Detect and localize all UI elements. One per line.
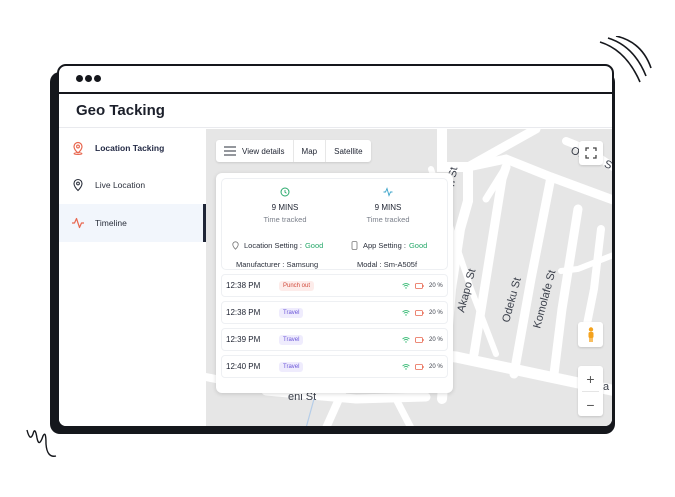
wifi-icon — [402, 282, 410, 289]
map-type-button[interactable]: Map — [292, 140, 326, 162]
window-titlebar — [59, 66, 612, 94]
map-type-label: Map — [301, 146, 318, 156]
model-info: Modal : Sm-A505f — [357, 260, 417, 269]
manufacturer-label: Manufacturer : — [236, 260, 285, 269]
battery-icon — [415, 336, 424, 343]
timeline-time: 12:39 PM — [226, 335, 261, 344]
map-view[interactable]: Akapo St Odeku St Komolafe St Onadu S en… — [206, 129, 612, 426]
window-dot-icon — [94, 75, 101, 82]
activity-icon — [72, 217, 84, 229]
stat-time-tracked: 9 MINS Time tracked — [338, 187, 438, 224]
street-view-button[interactable] — [578, 322, 603, 347]
timeline-row[interactable]: 12:38 PM Punch out 20 % — [221, 274, 448, 297]
zoom-in-button[interactable]: + — [578, 366, 603, 391]
location-setting: Location Setting : Good — [231, 241, 323, 250]
sidebar-item-label: Live Location — [95, 180, 146, 190]
location-pin-icon — [73, 141, 83, 155]
activity-icon — [383, 187, 393, 197]
stat-value: 9 MINS — [271, 203, 299, 212]
timeline-time: 12:38 PM — [226, 281, 261, 290]
device-status: 20 % — [402, 283, 443, 289]
stat-time-tracked: 9 MINS Time tracked — [235, 187, 335, 224]
menu-icon — [224, 146, 236, 156]
app-setting-label: App Setting : — [363, 241, 406, 250]
app-title: Geo Tacking — [76, 102, 165, 119]
pegman-icon — [588, 326, 593, 342]
manufacturer-value: Samsung — [286, 260, 319, 269]
clock-icon — [280, 187, 290, 197]
timeline-time: 12:40 PM — [226, 362, 261, 371]
device-status: 20 % — [402, 337, 443, 343]
model-value: Sm-A505f — [383, 260, 418, 269]
app-setting: App Setting : Good — [350, 241, 427, 250]
wifi-icon — [402, 336, 410, 343]
status-badge: Travel — [279, 361, 304, 372]
timeline-row[interactable]: 12:38 PM Travel 20 % — [221, 301, 448, 324]
status-badge: Travel — [279, 334, 304, 345]
map-toolbar: View details Map Satellite — [216, 140, 371, 162]
sidebar-item-live-location[interactable]: Live Location — [59, 166, 206, 204]
details-panel: 9 MINS Time tracked 9 MINS Time tracked … — [216, 173, 453, 393]
zoom-controls: + − — [578, 366, 603, 416]
sidebar-item-label: Timeline — [95, 218, 127, 228]
status-badge: Punch out — [279, 280, 315, 291]
satellite-type-label: Satellite — [334, 146, 363, 156]
battery-level: 20 % — [429, 336, 443, 343]
stats-card: 9 MINS Time tracked 9 MINS Time tracked … — [221, 178, 448, 270]
timeline-row[interactable]: 12:40 PM Travel 20 % — [221, 355, 448, 378]
stat-label: Time tracked — [263, 215, 307, 224]
window-dot-icon — [76, 75, 83, 82]
timeline-time: 12:38 PM — [226, 308, 261, 317]
phone-icon — [351, 241, 358, 250]
view-details-button[interactable]: View details — [216, 140, 293, 162]
browser-window: Geo Tacking Location Tacking Live Locati… — [57, 64, 614, 428]
location-setting-label: Location Setting : — [244, 241, 302, 250]
satellite-type-button[interactable]: Satellite — [325, 140, 370, 162]
battery-level: 20 % — [429, 282, 443, 289]
manufacturer-info: Manufacturer : Samsung — [236, 260, 318, 269]
app-setting-value: Good — [408, 241, 428, 250]
zoom-out-button[interactable]: − — [578, 392, 603, 417]
battery-icon — [415, 363, 424, 370]
timeline-row[interactable]: 12:39 PM Travel 20 % — [221, 328, 448, 351]
wifi-icon — [402, 309, 410, 316]
battery-icon — [415, 282, 424, 289]
location-setting-value: Good — [304, 241, 324, 250]
wifi-icon — [402, 363, 410, 370]
map-pin-icon — [232, 241, 239, 250]
stat-label: Time tracked — [366, 215, 410, 224]
window-dot-icon — [85, 75, 92, 82]
battery-icon — [415, 309, 424, 316]
sidebar: Location Tacking Live Location Timeline — [59, 129, 206, 426]
map-pin-icon — [73, 178, 83, 192]
device-status: 20 % — [402, 364, 443, 370]
sidebar-item-location-tacking[interactable]: Location Tacking — [59, 129, 206, 167]
street-label-a: a — [603, 381, 610, 393]
sidebar-item-timeline[interactable]: Timeline — [59, 204, 206, 242]
fullscreen-button[interactable] — [579, 141, 603, 165]
sidebar-item-label: Location Tacking — [95, 143, 165, 153]
fullscreen-icon — [585, 147, 597, 159]
battery-level: 20 % — [429, 363, 443, 370]
device-status: 20 % — [402, 310, 443, 316]
model-label: Modal : — [357, 260, 382, 269]
battery-level: 20 % — [429, 309, 443, 316]
view-details-label: View details — [242, 146, 285, 156]
stat-value: 9 MINS — [374, 203, 402, 212]
status-badge: Travel — [279, 307, 304, 318]
app-header: Geo Tacking — [59, 94, 612, 128]
